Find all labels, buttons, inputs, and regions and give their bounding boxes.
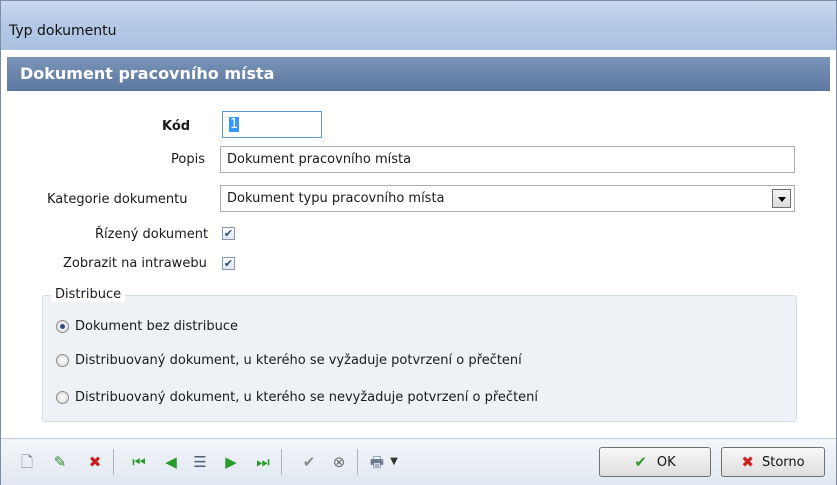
close-icon: ✖ [741,453,754,471]
distribution-option-label: Distribuovaný dokument, u kterého se nev… [75,390,539,405]
code-value: 1 [229,117,240,132]
controlled-label: Řízený dokument [95,227,209,242]
category-select[interactable]: Dokument typu pracovního místa [220,185,795,212]
distribution-option-label: Distribuovaný dokument, u kterého se vyž… [75,353,522,368]
checkmark-icon: ✔ [634,453,647,471]
form-header: Dokument pracovního místa [7,57,830,91]
print-icon[interactable]: 🖶 [368,453,386,471]
toolbar-separator [357,449,358,475]
window-title: Typ dokumentu [9,23,117,39]
ok-button[interactable]: ✔ OK [599,447,711,477]
list-icon[interactable]: ☰ [191,453,209,471]
cancel-icon[interactable]: ⊗ [330,453,348,471]
bottom-toolbar: 🗋 ✎ ✖ ⏮ ◀ ☰ ▶ ⏭ ✔ ⊗ 🖶 ▼ ✔ OK ✖ Storno [1,438,836,485]
last-record-icon[interactable]: ⏭ [254,453,272,471]
category-value: Dokument typu pracovního místa [227,191,445,206]
title-bar: Typ dokumentu [1,1,836,50]
dialog-window: Typ dokumentu Dokument pracovního místa … [0,0,837,485]
cancel-button[interactable]: ✖ Storno [721,447,825,477]
radio-button[interactable] [56,354,69,367]
previous-record-icon[interactable]: ◀ [162,453,180,471]
distribution-option-confirm-not-required[interactable]: Distribuovaný dokument, u kterého se nev… [56,390,538,405]
edit-document-icon[interactable]: ✎ [51,453,69,471]
distribution-option-label: Dokument bez distribuce [75,319,238,334]
delete-document-icon[interactable]: ✖ [86,453,104,471]
toolbar-separator [281,449,282,475]
description-input[interactable]: Dokument pracovního místa [220,146,795,173]
ok-button-label: OK [656,454,676,470]
intranet-label: Zobrazit na intrawebu [63,256,207,271]
new-document-icon[interactable]: 🗋 [18,453,36,471]
chevron-down-icon[interactable] [772,189,791,208]
first-record-icon[interactable]: ⏮ [130,453,148,471]
description-value: Dokument pracovního místa [227,152,412,167]
confirm-icon[interactable]: ✔ [300,453,318,471]
cancel-button-label: Storno [761,454,805,470]
toolbar-separator [113,449,114,475]
code-input[interactable]: 1 [222,111,322,138]
chevron-down-icon[interactable]: ▼ [389,453,399,471]
description-label: Popis [171,152,205,167]
radio-button[interactable] [56,320,69,333]
radio-button[interactable] [56,391,69,404]
distribution-legend: Distribuce [51,287,126,302]
controlled-checkbox[interactable]: ✔ [222,227,235,240]
code-label: Kód [162,119,191,134]
next-record-icon[interactable]: ▶ [222,453,240,471]
intranet-checkbox[interactable]: ✔ [222,257,235,270]
distribution-option-confirm-required[interactable]: Distribuovaný dokument, u kterého se vyž… [56,353,522,368]
category-label: Kategorie dokumentu [47,192,188,207]
distribution-option-none[interactable]: Dokument bez distribuce [56,319,238,334]
form-header-title: Dokument pracovního místa [20,64,275,83]
